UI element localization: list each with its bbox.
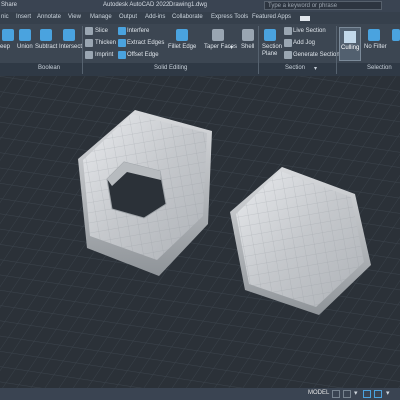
tab-overflow-icon[interactable] (300, 16, 310, 21)
interfere-icon[interactable] (118, 27, 126, 35)
extract-edges-button[interactable]: Extract Edges (127, 40, 164, 46)
snap-dropdown-icon[interactable]: ▾ (354, 389, 358, 397)
imprint-button[interactable]: Imprint (95, 52, 113, 58)
app-title: Autodesk AutoCAD 2022 (103, 2, 170, 8)
intersect-icon[interactable] (63, 29, 75, 41)
taper-faces-icon[interactable] (212, 29, 224, 41)
offset-edge-button[interactable]: Offset Edge (127, 52, 159, 58)
interfere-button[interactable]: Interfere (127, 28, 149, 34)
tab-annotate[interactable]: Annotate (37, 14, 61, 20)
panel-boolean: Boolean (38, 65, 61, 71)
panel-section: Section (285, 65, 306, 71)
polar-toggle-icon[interactable] (374, 390, 382, 398)
ortho-toggle-icon[interactable] (363, 390, 371, 398)
shell-button[interactable]: Shell (241, 44, 254, 50)
intersect-button[interactable]: Intersect (59, 44, 82, 50)
fillet-edge-button[interactable]: Fillet Edge (168, 44, 196, 50)
generate-section-icon[interactable] (284, 51, 292, 59)
panel-divider (336, 26, 337, 74)
panel-solid-editing: Solid Editing (154, 65, 188, 71)
tab-manage[interactable]: Manage (90, 14, 112, 20)
gizmo-icon[interactable] (392, 29, 400, 41)
sweep-button[interactable]: eep (0, 44, 10, 50)
snap-toggle-icon[interactable] (343, 390, 351, 398)
culling-button[interactable]: Culling (339, 27, 361, 61)
section-plane-icon[interactable] (264, 29, 276, 41)
title-bar: Share Autodesk AutoCAD 2022 Drawing1.dwg… (0, 0, 400, 12)
union-icon[interactable] (19, 29, 31, 41)
model-space-button[interactable]: MODEL (308, 390, 329, 396)
share-label[interactable]: Share (1, 2, 17, 8)
viewport-canvas (0, 76, 400, 388)
tab-insert[interactable]: Insert (16, 14, 31, 20)
union-button[interactable]: Union (17, 44, 33, 50)
tab-featured-apps[interactable]: Featured Apps (252, 14, 291, 20)
tab-add-ins[interactable]: Add-ins (145, 14, 165, 20)
thicken-button[interactable]: Thicken (95, 40, 116, 46)
imprint-icon[interactable] (85, 51, 93, 59)
tab-collaborate[interactable]: Collaborate (172, 14, 203, 20)
sweep-icon[interactable] (2, 29, 14, 41)
no-filter-icon[interactable] (368, 29, 380, 41)
subtract-button[interactable]: Subtract (35, 44, 57, 50)
slice-button[interactable]: Slice (95, 28, 108, 34)
live-section-icon[interactable] (284, 27, 292, 35)
offset-edge-icon[interactable] (118, 51, 126, 59)
generate-section-button[interactable]: Generate Section (293, 52, 340, 58)
tab-express-tools[interactable]: Express Tools (211, 14, 248, 20)
no-filter-button[interactable]: No Filter (364, 44, 387, 50)
subtract-icon[interactable] (40, 29, 52, 41)
add-jog-icon[interactable] (284, 39, 292, 47)
panel-divider (258, 26, 259, 74)
add-jog-button[interactable]: Add Jog (293, 40, 315, 46)
slice-icon[interactable] (85, 27, 93, 35)
extract-edges-icon[interactable] (118, 39, 126, 47)
live-section-button[interactable]: Live Section (293, 28, 326, 34)
culling-label: Culling (341, 45, 360, 51)
fillet-edge-icon[interactable] (176, 29, 188, 41)
document-title: Drawing1.dwg (169, 2, 208, 8)
tab-3d-basics[interactable]: nic (1, 14, 9, 20)
tab-view[interactable]: View (68, 14, 81, 20)
shell-icon[interactable] (242, 29, 254, 41)
panel-selection: Selection (367, 65, 392, 71)
grid-toggle-icon[interactable] (332, 390, 340, 398)
panel-divider (82, 26, 83, 74)
section-plane-button[interactable]: Section Plane (262, 44, 282, 58)
ribbon-panel-titles: Boolean Solid Editing Section ▾ Selectio… (0, 63, 400, 76)
panel-section-expand-icon[interactable]: ▾ (314, 65, 317, 72)
tab-output[interactable]: Output (119, 14, 137, 20)
thicken-icon[interactable] (85, 39, 93, 47)
ribbon-tabs: nic Insert Annotate View Manage Output A… (0, 12, 400, 24)
search-input[interactable]: Type a keyword or phrase (264, 1, 382, 10)
polar-dropdown-icon[interactable]: ▾ (386, 389, 390, 397)
taper-dropdown-icon[interactable]: ▾ (230, 44, 233, 51)
search-placeholder: Type a keyword or phrase (268, 3, 338, 9)
culling-icon (344, 31, 356, 43)
drawing-viewport[interactable] (0, 76, 400, 388)
status-bar: MODEL ▾ ▾ (0, 388, 400, 400)
